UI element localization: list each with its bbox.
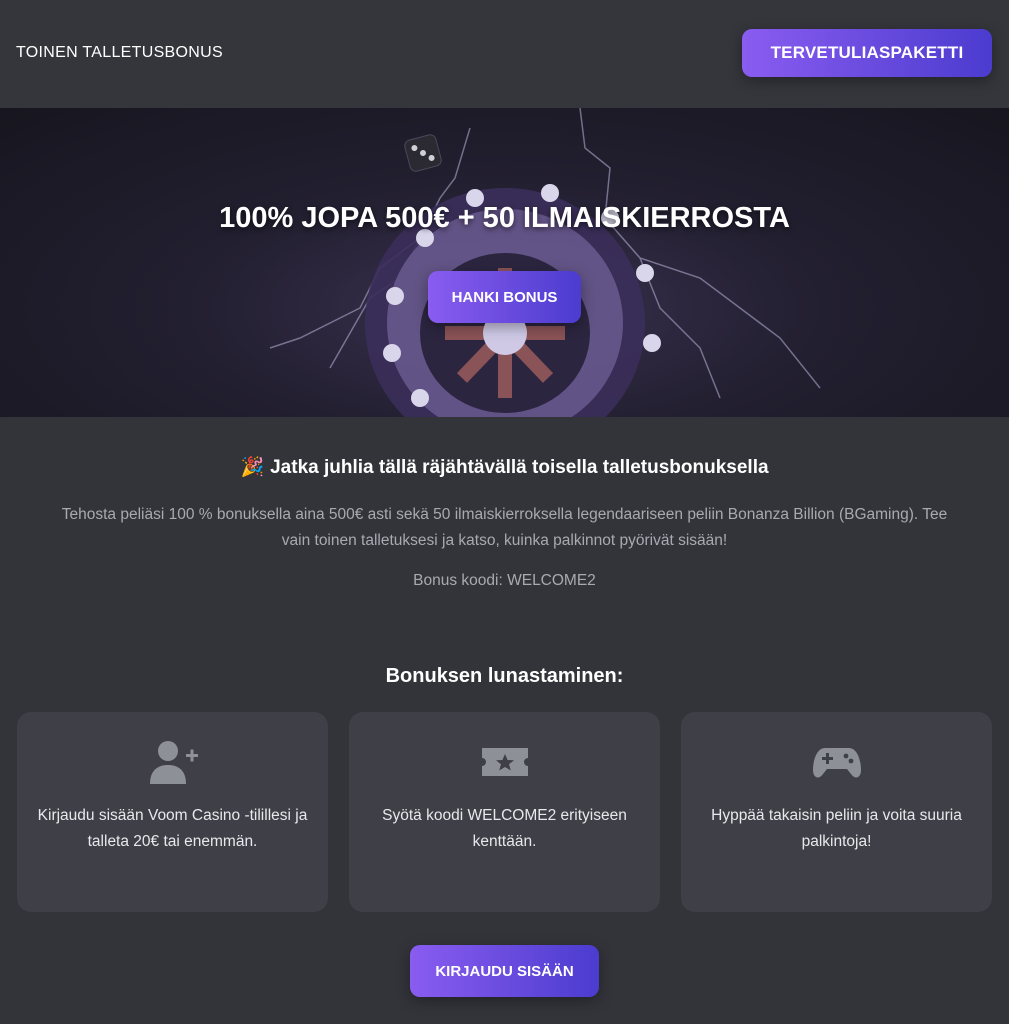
intro-description: Tehosta peliäsi 100 % bonuksella aina 50… [61,506,948,549]
login-button[interactable]: KIRJAUDU SISÄÄN [410,945,599,997]
party-popper-icon: 🎉 [240,457,265,478]
hero-artwork [269,108,821,417]
intro-heading-text: Jatka juhlia tällä räjähtävällä toisella… [270,457,769,478]
step-text: Hyppää takaisin peliin ja voita suuria p… [711,807,962,850]
dice-icon [404,134,442,172]
ticket-star-icon [482,748,528,776]
add-user-icon [150,741,198,784]
page-header: TOINEN TALLETUSBONUS TERVETULIASPAKETTI [0,0,1009,108]
hero-title: 100% JOPA 500€ + 50 ILMAISKIERROSTA [219,202,790,234]
step-card-code: Syötä koodi WELCOME2 erityiseen kenttään… [349,712,660,912]
step-card-play: Hyppää takaisin peliin ja voita suuria p… [681,712,992,912]
gamepad-icon [813,748,861,778]
intro-heading: 🎉 Jatka juhlia tällä räjähtävällä toisell… [0,455,1009,479]
step-card-login: Kirjaudu sisään Voom Casino -tilillesi j… [17,712,328,912]
hero-banner: 100% JOPA 500€ + 50 ILMAISKIERROSTA HANK… [0,108,1009,417]
step-text: Syötä koodi WELCOME2 erityiseen kenttään… [382,807,627,850]
bonus-code-text: Bonus koodi: WELCOME2 [413,572,596,589]
page-title: TOINEN TALLETUSBONUS [16,44,223,61]
steps-heading: Bonuksen lunastaminen: [385,665,624,687]
get-bonus-button[interactable]: HANKI BONUS [428,271,581,323]
step-text: Kirjaudu sisään Voom Casino -tilillesi j… [37,807,308,850]
welcome-package-button[interactable]: TERVETULIASPAKETTI [742,29,992,77]
